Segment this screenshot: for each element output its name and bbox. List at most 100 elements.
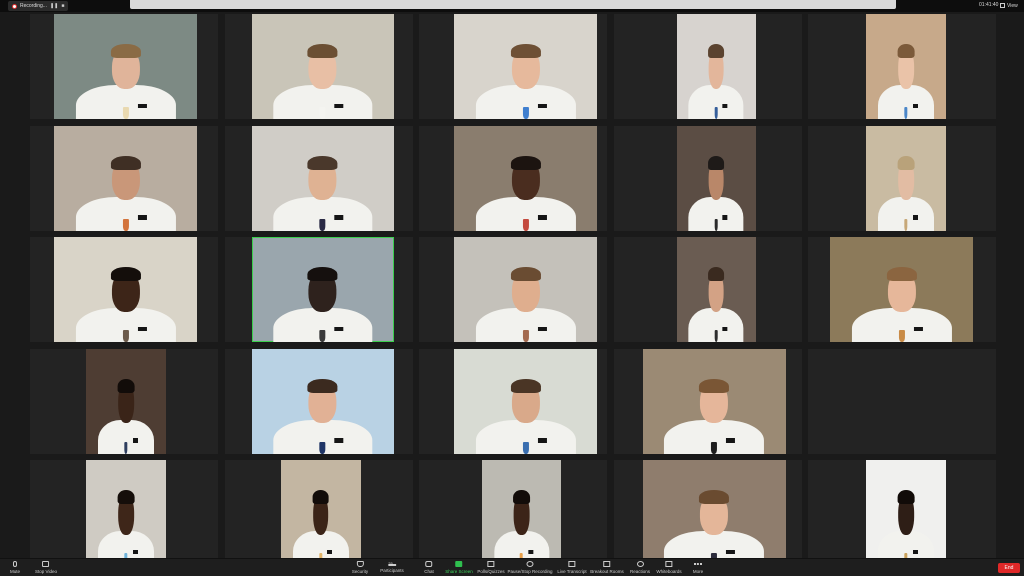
gallery-cell	[224, 237, 413, 342]
necktie	[122, 218, 129, 231]
recording-label: Recording...	[20, 3, 47, 9]
participant-video-tile[interactable]	[86, 460, 166, 565]
participant-video-tile[interactable]	[866, 14, 946, 119]
participant-video-tile[interactable]	[676, 14, 756, 119]
white-shirt	[475, 419, 576, 454]
view-label: View	[1007, 2, 1018, 9]
necktie	[122, 330, 129, 342]
white-shirt	[688, 196, 744, 231]
microphone-icon	[12, 561, 17, 567]
participant-hair	[897, 44, 915, 59]
pause-stop-recording-button[interactable]: Pause/Stop Recording	[507, 561, 553, 574]
name-badge	[913, 326, 923, 332]
chat-icon	[425, 561, 433, 567]
participant-video-tile[interactable]	[454, 125, 597, 231]
toolbar-label: Chat	[424, 569, 434, 574]
participant-video-tile[interactable]	[866, 125, 946, 231]
participant-silhouette	[493, 476, 550, 565]
name-badge	[334, 326, 344, 332]
name-badge	[537, 326, 547, 332]
participant-silhouette	[98, 364, 154, 454]
view-button[interactable]: View	[1000, 1, 1018, 10]
participant-video-tile-active-speaker[interactable]	[251, 237, 394, 342]
name-badge	[912, 103, 918, 109]
name-badge	[722, 326, 728, 332]
chat-button[interactable]: Chat	[424, 561, 434, 574]
white-shirt	[75, 196, 176, 231]
gallery-cell	[808, 460, 996, 565]
stop-icon[interactable]: ■	[61, 3, 64, 9]
grid-view-icon	[1000, 3, 1005, 8]
white-shirt	[98, 419, 154, 454]
participant-hair	[886, 267, 917, 282]
white-shirt	[272, 85, 373, 119]
participant-silhouette	[272, 253, 373, 342]
participant-video-tile[interactable]	[54, 14, 197, 119]
participant-video-tile[interactable]	[830, 237, 973, 342]
polls-quizzes-button[interactable]: Polls/Quizzes	[477, 561, 505, 574]
participant-video-tile[interactable]	[454, 237, 597, 342]
pause-icon[interactable]: ❚❚	[50, 3, 58, 9]
white-shirt	[272, 308, 373, 342]
video-camera-icon	[42, 561, 50, 567]
whiteboards-button[interactable]: Whiteboards	[656, 561, 682, 574]
participant-video-tile[interactable]	[676, 237, 756, 342]
participant-hair	[513, 490, 530, 505]
stop-video-button[interactable]: Stop Video	[35, 561, 57, 574]
necktie	[319, 330, 326, 342]
share-screen-button[interactable]: Share Screen	[445, 561, 473, 574]
participant-video-tile[interactable]	[251, 125, 394, 231]
participant-video-tile[interactable]	[866, 460, 946, 565]
reactions-button[interactable]: Reactions	[630, 561, 650, 574]
participant-hair	[897, 155, 915, 170]
more-button[interactable]: More	[693, 561, 703, 574]
participant-hair	[307, 267, 338, 282]
necktie	[319, 107, 326, 119]
name-badge	[132, 438, 138, 443]
participants-button[interactable]: Participants 25	[380, 561, 404, 573]
participant-video-tile[interactable]	[54, 237, 197, 342]
white-shirt	[475, 85, 576, 119]
participant-video-tile[interactable]	[676, 125, 756, 231]
more-dots-icon	[693, 563, 702, 565]
recording-indicator[interactable]: Recording... ❚❚ ■	[8, 1, 69, 11]
white-shirt	[878, 196, 934, 231]
participant-video-tile[interactable]	[251, 348, 394, 454]
name-badge	[537, 103, 547, 109]
breakout-rooms-icon	[603, 561, 611, 567]
security-button[interactable]: Security	[352, 561, 368, 574]
name-badge	[137, 215, 147, 220]
participant-video-tile[interactable]	[642, 460, 786, 565]
participant-silhouette	[75, 30, 176, 119]
participant-video-tile[interactable]	[454, 14, 597, 119]
participant-video-tile[interactable]	[642, 348, 786, 454]
name-badge	[334, 215, 344, 220]
live-transcript-button[interactable]: Live Transcript	[557, 561, 587, 574]
participant-video-tile[interactable]	[86, 348, 166, 454]
toolbar-label: Share Screen	[445, 569, 473, 574]
breakout-rooms-button[interactable]: Breakout Rooms	[590, 561, 624, 574]
necktie	[904, 218, 908, 231]
zoom-meeting-window: Recording... ❚❚ ■ 01:41:40 View End Mute…	[0, 0, 1024, 576]
participant-video-tile[interactable]	[54, 125, 197, 231]
name-badge	[132, 549, 138, 555]
participant-hair	[117, 490, 135, 505]
shared-content-strip	[130, 0, 896, 9]
participant-hair	[707, 155, 725, 170]
mute-button[interactable]: Mute	[10, 561, 20, 574]
toolbar-label: Participants	[380, 568, 404, 573]
meeting-toolbar: End Mute Stop Video Security Participants 25…	[0, 558, 1024, 576]
necktie	[522, 441, 529, 454]
participant-video-tile[interactable]	[280, 460, 361, 565]
participant-video-tile[interactable]	[454, 348, 597, 454]
name-badge	[334, 438, 344, 443]
participant-silhouette	[475, 364, 576, 454]
participant-video-tile[interactable]	[251, 14, 394, 119]
gallery-cell	[30, 348, 218, 454]
cc-icon	[568, 561, 576, 567]
gallery-cell	[613, 348, 802, 454]
end-meeting-button[interactable]: End	[998, 563, 1020, 573]
toolbar-label: Polls/Quizzes	[477, 569, 505, 574]
gallery-cell	[224, 125, 413, 231]
participant-video-tile[interactable]	[482, 460, 561, 565]
